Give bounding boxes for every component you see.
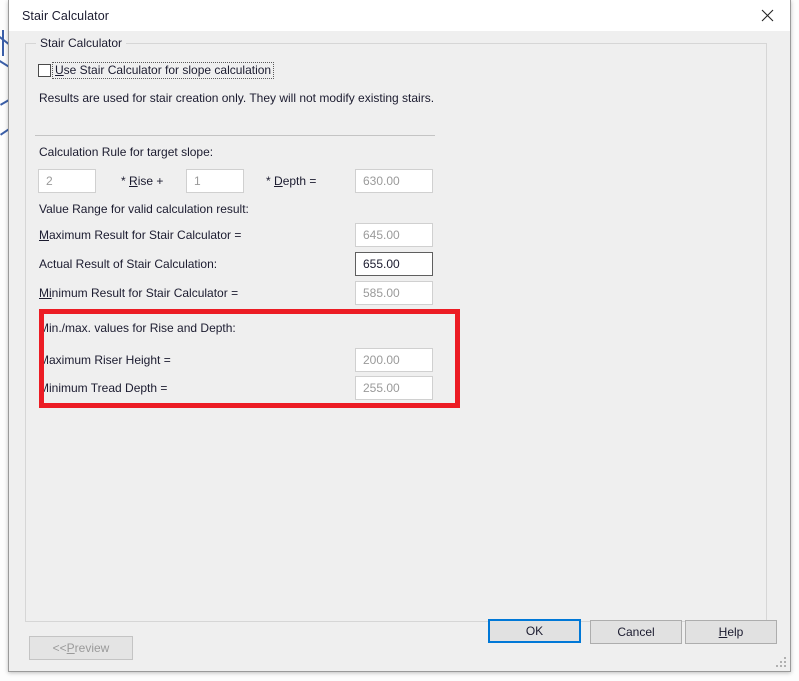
minimum-result-input[interactable]: 585.00 xyxy=(355,281,433,305)
actual-result-input[interactable]: 655.00 xyxy=(355,252,433,276)
depth-factor-input[interactable]: 1 xyxy=(186,169,244,193)
section-separator xyxy=(35,135,435,136)
checkbox-label-text: se Stair Calculator for slope calculatio… xyxy=(63,63,272,77)
minimum-tread-depth-input[interactable]: 255.00 xyxy=(355,376,433,400)
rise-operator-prefix: * xyxy=(121,174,130,188)
preview-button[interactable]: << Preview xyxy=(29,636,133,660)
actual-result-label-text: Actual Result of Stair Calculation: xyxy=(39,257,218,271)
depth-operator-label: * Depth = xyxy=(266,169,316,193)
target-slope-result-input[interactable]: 630.00 xyxy=(355,169,433,193)
close-icon[interactable] xyxy=(744,0,790,31)
depth-operator-prefix: * xyxy=(266,174,275,188)
maximum-result-input[interactable]: 645.00 xyxy=(355,223,433,247)
stair-calculator-groupbox: Stair Calculator Use Stair Calculator fo… xyxy=(25,36,767,622)
minimum-result-label: Minimum Result for Stair Calculator = xyxy=(39,281,238,305)
help-button-accelerator: H xyxy=(718,625,728,639)
help-button[interactable]: Help xyxy=(685,620,777,644)
rise-operator-accelerator: R xyxy=(129,174,138,188)
rise-factor-input[interactable]: 2 xyxy=(38,169,96,193)
value-range-heading: Value Range for valid calculation result… xyxy=(39,202,249,216)
calculation-rule-heading: Calculation Rule for target slope: xyxy=(39,145,214,159)
use-stair-calculator-checkbox[interactable] xyxy=(38,64,51,77)
min-max-heading: Min./max. values for Rise and Depth: xyxy=(39,321,236,335)
depth-operator-rest: epth = xyxy=(282,174,317,188)
dialog-client-area: Stair Calculator Use Stair Calculator fo… xyxy=(9,31,790,671)
info-text: Results are used for stair creation only… xyxy=(39,91,435,105)
minimum-tread-depth-label: Minimum Tread Depth = xyxy=(39,381,168,395)
backdrop-line xyxy=(2,30,4,56)
maximum-riser-height-input[interactable]: 200.00 xyxy=(355,348,433,372)
cancel-button[interactable]: Cancel xyxy=(590,620,682,644)
preview-button-accelerator: P xyxy=(66,641,75,655)
preview-button-label: review xyxy=(74,641,110,655)
checkbox-accelerator: U xyxy=(55,63,64,77)
maximum-riser-height-label: Maximum Riser Height = xyxy=(39,353,171,367)
minimum-result-accelerator: Mi xyxy=(39,286,52,300)
maximum-result-accelerator: M xyxy=(39,228,49,242)
depth-operator-accelerator: D xyxy=(274,174,283,188)
use-stair-calculator-checkbox-row[interactable]: Use Stair Calculator for slope calculati… xyxy=(38,62,275,79)
ok-button[interactable]: OK xyxy=(488,619,581,643)
resize-grip[interactable] xyxy=(774,655,786,667)
maximum-result-label-text: aximum Result for Stair Calculator = xyxy=(49,228,242,242)
maximum-result-label: Maximum Result for Stair Calculator = xyxy=(39,223,241,247)
rise-operator-rest: ise + xyxy=(137,174,164,188)
dialog-titlebar: Stair Calculator xyxy=(9,0,790,32)
minimum-result-label-text: nimum Result for Stair Calculator = xyxy=(51,286,239,300)
use-stair-calculator-label[interactable]: Use Stair Calculator for slope calculati… xyxy=(52,62,275,79)
stair-calculator-dialog: Stair Calculator Stair Calculator Use St… xyxy=(8,0,791,672)
preview-button-prefix: << xyxy=(52,641,67,655)
actual-result-label: Actual Result of Stair Calculation: xyxy=(39,252,217,276)
groupbox-legend: Stair Calculator xyxy=(36,36,127,50)
help-button-label: elp xyxy=(727,625,744,639)
rise-operator-label: * Rise + xyxy=(121,169,163,193)
dialog-title: Stair Calculator xyxy=(22,8,110,23)
